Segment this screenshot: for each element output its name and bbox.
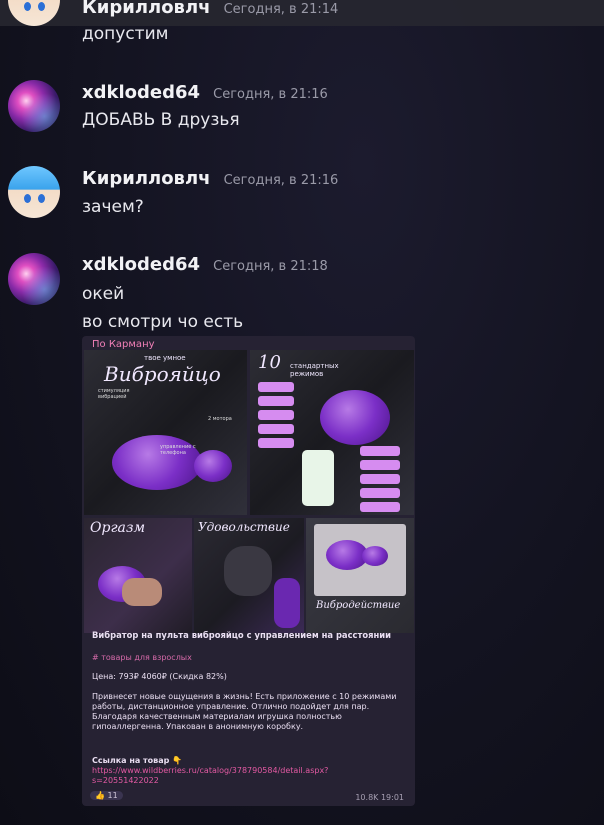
avatar[interactable] (8, 253, 60, 305)
message-text: окей (82, 284, 125, 304)
hand-image (122, 578, 162, 606)
post-source[interactable]: По Карману (92, 339, 155, 350)
post-link-label: Ссылка на товар 👇 (92, 756, 183, 765)
message-time: Сегодня, в 21:18 (213, 259, 328, 274)
product-image-1[interactable]: твое умное Виброяйцо стимуляция вибрацие… (84, 350, 247, 515)
avatar[interactable] (8, 80, 60, 132)
tile-number: 10 (258, 352, 281, 373)
post-description: Привнесет новые ощущения в жизнь! Есть п… (92, 692, 397, 731)
forwarded-post[interactable]: По Карману твое умное Виброяйцо стимуляц… (82, 336, 415, 806)
post-views-time: 10.8K 19:01 (355, 793, 404, 802)
message-text: во смотри чо есть (82, 312, 244, 332)
author-name[interactable]: xdkloded64 (82, 82, 200, 103)
person-image (224, 546, 272, 596)
post-price: Цена: 793₽ 4060₽ (Скидка 82%) (92, 672, 227, 681)
product-image-2[interactable]: 10 стандартных режимов (250, 350, 414, 515)
author-name[interactable]: Кирилловлч (82, 0, 211, 18)
message-header: xdkloded64 Сегодня, в 21:18 (82, 254, 328, 275)
post-footer: 👍 11 10.8K 19:01 (90, 791, 410, 805)
post-link[interactable]: https://www.wildberries.ru/catalog/37879… (92, 766, 392, 786)
post-hashtag[interactable]: # товары для взрослых (92, 653, 192, 663)
product-image-3[interactable]: Оргазм (84, 518, 192, 633)
message-time: Сегодня, в 21:16 (213, 87, 328, 102)
message-text: допустим (82, 24, 169, 44)
author-name[interactable]: xdkloded64 (82, 254, 200, 275)
product-image-5[interactable]: Вибродействие (306, 518, 414, 633)
message-header: Кирилловлч Сегодня, в 21:14 (82, 0, 338, 18)
message-header: xdkloded64 Сегодня, в 21:16 (82, 82, 328, 103)
reaction-thumbs-up[interactable]: 👍 11 (90, 791, 123, 800)
message-time: Сегодня, в 21:14 (223, 2, 339, 17)
message-text: ДОБАВЬ В друзья (82, 110, 240, 130)
post-image-grid[interactable]: твое умное Виброяйцо стимуляция вибрацие… (82, 350, 415, 633)
tile-subtitle: твое умное (144, 354, 186, 362)
post-title: Вибратор на пульта виброяйцо с управлени… (92, 630, 392, 640)
author-name[interactable]: Кирилловлч (82, 168, 211, 189)
message-header: Кирилловлч Сегодня, в 21:16 (82, 168, 338, 189)
avatar[interactable] (8, 166, 60, 218)
product-image-4[interactable]: Удовольствие (194, 518, 304, 633)
phone-image (302, 450, 334, 506)
message-time: Сегодня, в 21:16 (223, 173, 339, 188)
message-text: зачем? (82, 197, 144, 217)
tile-title: Виброяйцо (104, 362, 221, 386)
